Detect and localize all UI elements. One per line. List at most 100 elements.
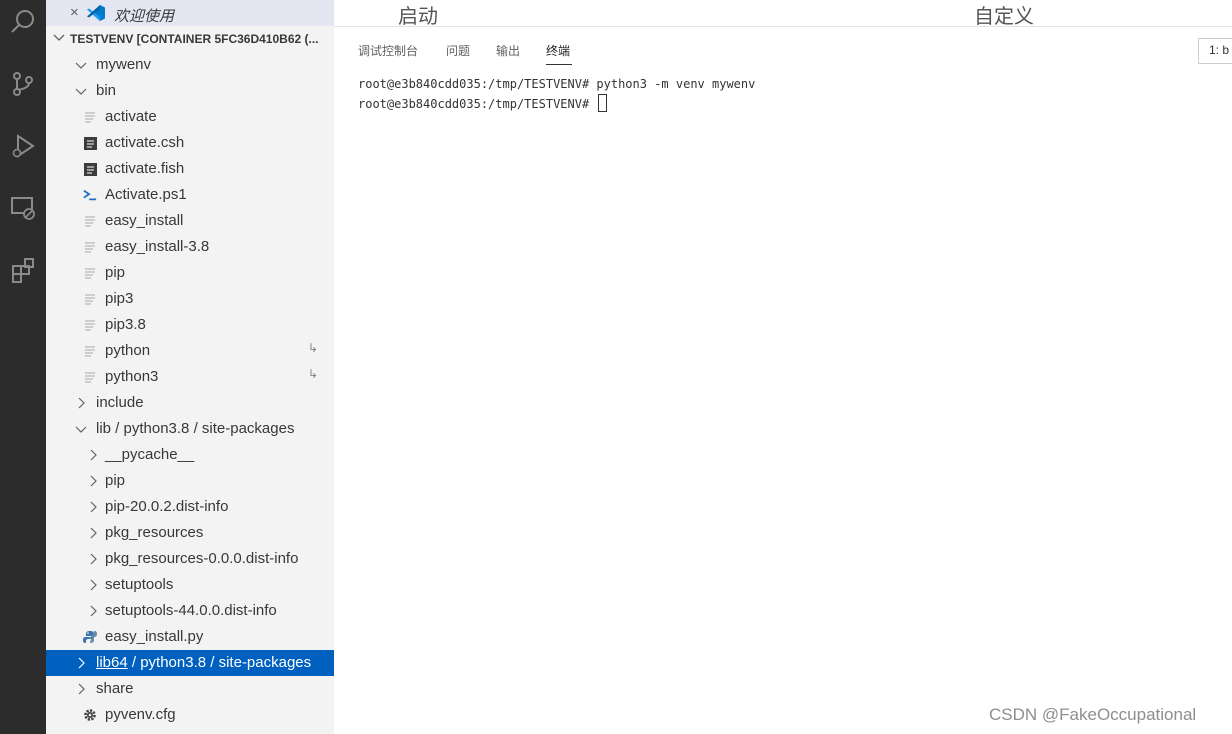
tree-file-python3[interactable]: python3 ↳ [46, 364, 334, 390]
chevron-right-icon[interactable] [86, 448, 100, 462]
symlink-icon: ↳ [308, 367, 319, 381]
source-control-icon[interactable] [0, 62, 46, 106]
active-tab-indicator [546, 64, 572, 65]
tree-file-activate-ps1[interactable]: Activate.ps1 [46, 182, 334, 208]
tree-file-easy-install-3-8[interactable]: easy_install-3.8 [46, 234, 334, 260]
remote-explorer-icon[interactable] [0, 186, 46, 230]
tree-folder-setuptools-44-0-0-dist-info[interactable]: setuptools-44.0.0.dist-info [46, 598, 334, 624]
tree-item-label: activate.csh [105, 134, 185, 151]
tree-item-label: activate [105, 108, 157, 125]
plain-file-icon [83, 343, 97, 359]
chevron-right-icon[interactable] [74, 682, 88, 696]
chevron-right-icon[interactable] [74, 656, 88, 670]
tree-folder-share[interactable]: share [46, 676, 334, 702]
tree-item-label: pip-20.0.2.dist-info [105, 498, 229, 515]
tab-problems[interactable]: 问题 [446, 42, 470, 59]
tree-item-label: pip3.8 [105, 316, 146, 333]
editor-top-strip: 启动 自定义 [334, 0, 1232, 28]
panel-tab-bar: 调试控制台 问题 输出 终端 1: b [334, 36, 1232, 66]
terminal-prompt-line: root@e3b840cdd035:/tmp/TESTVENV# [358, 94, 755, 114]
chevron-down-icon[interactable] [74, 84, 88, 98]
tree-item-label: pyvenv.cfg [105, 706, 176, 723]
tree-item-label: easy_install.py [105, 628, 204, 645]
plain-file-icon [83, 265, 97, 281]
customize-heading: 自定义 [974, 6, 1034, 28]
tree-file-pyvenv-cfg[interactable]: pyvenv.cfg [46, 702, 334, 728]
python-file-icon [83, 629, 97, 645]
tree-folder-pkg-resources-0-0-0-dist-info[interactable]: pkg_resources-0.0.0.dist-info [46, 546, 334, 572]
tree-item-label: easy_install [105, 212, 184, 229]
tree-folder-pip-20-0-2-dist-info[interactable]: pip-20.0.2.dist-info [46, 494, 334, 520]
tree-item-label: easy_install-3.8 [105, 238, 210, 255]
tree-file-easy-install[interactable]: easy_install [46, 208, 334, 234]
chevron-right-icon[interactable] [86, 552, 100, 566]
plain-file-icon [83, 109, 97, 125]
chevron-down-icon [53, 34, 65, 41]
tree-item-label: pip [105, 472, 126, 489]
chevron-right-icon[interactable] [86, 604, 100, 618]
tree-folder-pkg-resources[interactable]: pkg_resources [46, 520, 334, 546]
run-debug-icon[interactable] [0, 124, 46, 168]
terminal-output[interactable]: root@e3b840cdd035:/tmp/TESTVENV# python3… [358, 74, 755, 114]
tree-item-label: setuptools [105, 576, 174, 593]
tree-file-pip3-8[interactable]: pip3.8 [46, 312, 334, 338]
chevron-down-icon[interactable] [74, 58, 88, 72]
tree-folder-include[interactable]: include [46, 390, 334, 416]
chevron-right-icon[interactable] [74, 396, 88, 410]
tab-debug-console[interactable]: 调试控制台 [358, 42, 418, 59]
open-editor-label: 欢迎使用 [114, 8, 175, 25]
chevron-right-icon[interactable] [86, 474, 100, 488]
tree-file-easy-install-py[interactable]: easy_install.py [46, 624, 334, 650]
tree-item-label: pkg_resources [105, 524, 204, 541]
tree-item-label: share [96, 680, 134, 697]
tree-file-activate[interactable]: activate [46, 104, 334, 130]
activity-bar [0, 0, 46, 734]
chevron-down-icon[interactable] [74, 422, 88, 436]
tree-file-pip3[interactable]: pip3 [46, 286, 334, 312]
search-icon[interactable] [0, 0, 46, 44]
tree-file-activate-csh[interactable]: activate.csh [46, 130, 334, 156]
tree-item-label: lib / python3.8 / site-packages [96, 420, 295, 437]
tree-folder-lib64[interactable]: lib64 / python3.8 / site-packages [46, 650, 334, 676]
tree-item-label: __pycache__ [105, 446, 195, 463]
tree-folder-lib-python3-8-site-packages[interactable]: lib / python3.8 / site-packages [46, 416, 334, 442]
vscode-logo-icon [86, 4, 106, 22]
tree-file-pip[interactable]: pip [46, 260, 334, 286]
plain-file-icon [83, 291, 97, 307]
tree-file-activate-fish[interactable]: activate.fish [46, 156, 334, 182]
close-icon[interactable]: × [70, 4, 79, 21]
tree-item-label: bin [96, 82, 117, 99]
tree-item-label: lib64 / python3.8 / site-packages [96, 654, 311, 671]
workspace-folder-header[interactable]: TESTVENV [CONTAINER 5FC36D410B62 (... [46, 28, 334, 50]
start-heading: 启动 [398, 6, 438, 28]
open-editor-welcome[interactable]: × 欢迎使用 [46, 0, 334, 26]
plain-file-icon [83, 213, 97, 229]
tree-item-label: mywenv [96, 56, 152, 73]
tree-folder-mywenv[interactable]: mywenv [46, 52, 334, 78]
chevron-right-icon[interactable] [86, 500, 100, 514]
shell-file-icon [83, 161, 97, 177]
chevron-right-icon[interactable] [86, 526, 100, 540]
tree-item-label: pip [105, 264, 126, 281]
workspace-folder-title: TESTVENV [CONTAINER 5FC36D410B62 (... [70, 32, 319, 46]
tree-folder-bin[interactable]: bin [46, 78, 334, 104]
tree-item-label: python3 [105, 368, 159, 385]
tree-folder-setuptools[interactable]: setuptools [46, 572, 334, 598]
tree-folder-pip[interactable]: pip [46, 468, 334, 494]
terminal-line: root@e3b840cdd035:/tmp/TESTVENV# python3… [358, 77, 756, 91]
terminal-cursor [598, 94, 608, 112]
powershell-icon [83, 187, 97, 203]
chevron-right-icon[interactable] [86, 578, 100, 592]
plain-file-icon [83, 369, 97, 385]
symlink-icon: ↳ [308, 341, 319, 355]
tree-item-label-path: / python3.8 / site-packages [127, 654, 312, 671]
tree-file-python[interactable]: python ↳ [46, 338, 334, 364]
tab-terminal[interactable]: 终端 [546, 42, 570, 59]
tree-item-label: pip3 [105, 290, 134, 307]
tree-folder-pycache[interactable]: __pycache__ [46, 442, 334, 468]
tab-output[interactable]: 输出 [496, 42, 520, 59]
shell-file-icon [83, 135, 97, 151]
terminal-selector[interactable]: 1: b [1198, 38, 1232, 64]
tree-item-label: Activate.ps1 [105, 186, 187, 203]
extensions-icon[interactable] [0, 248, 46, 292]
